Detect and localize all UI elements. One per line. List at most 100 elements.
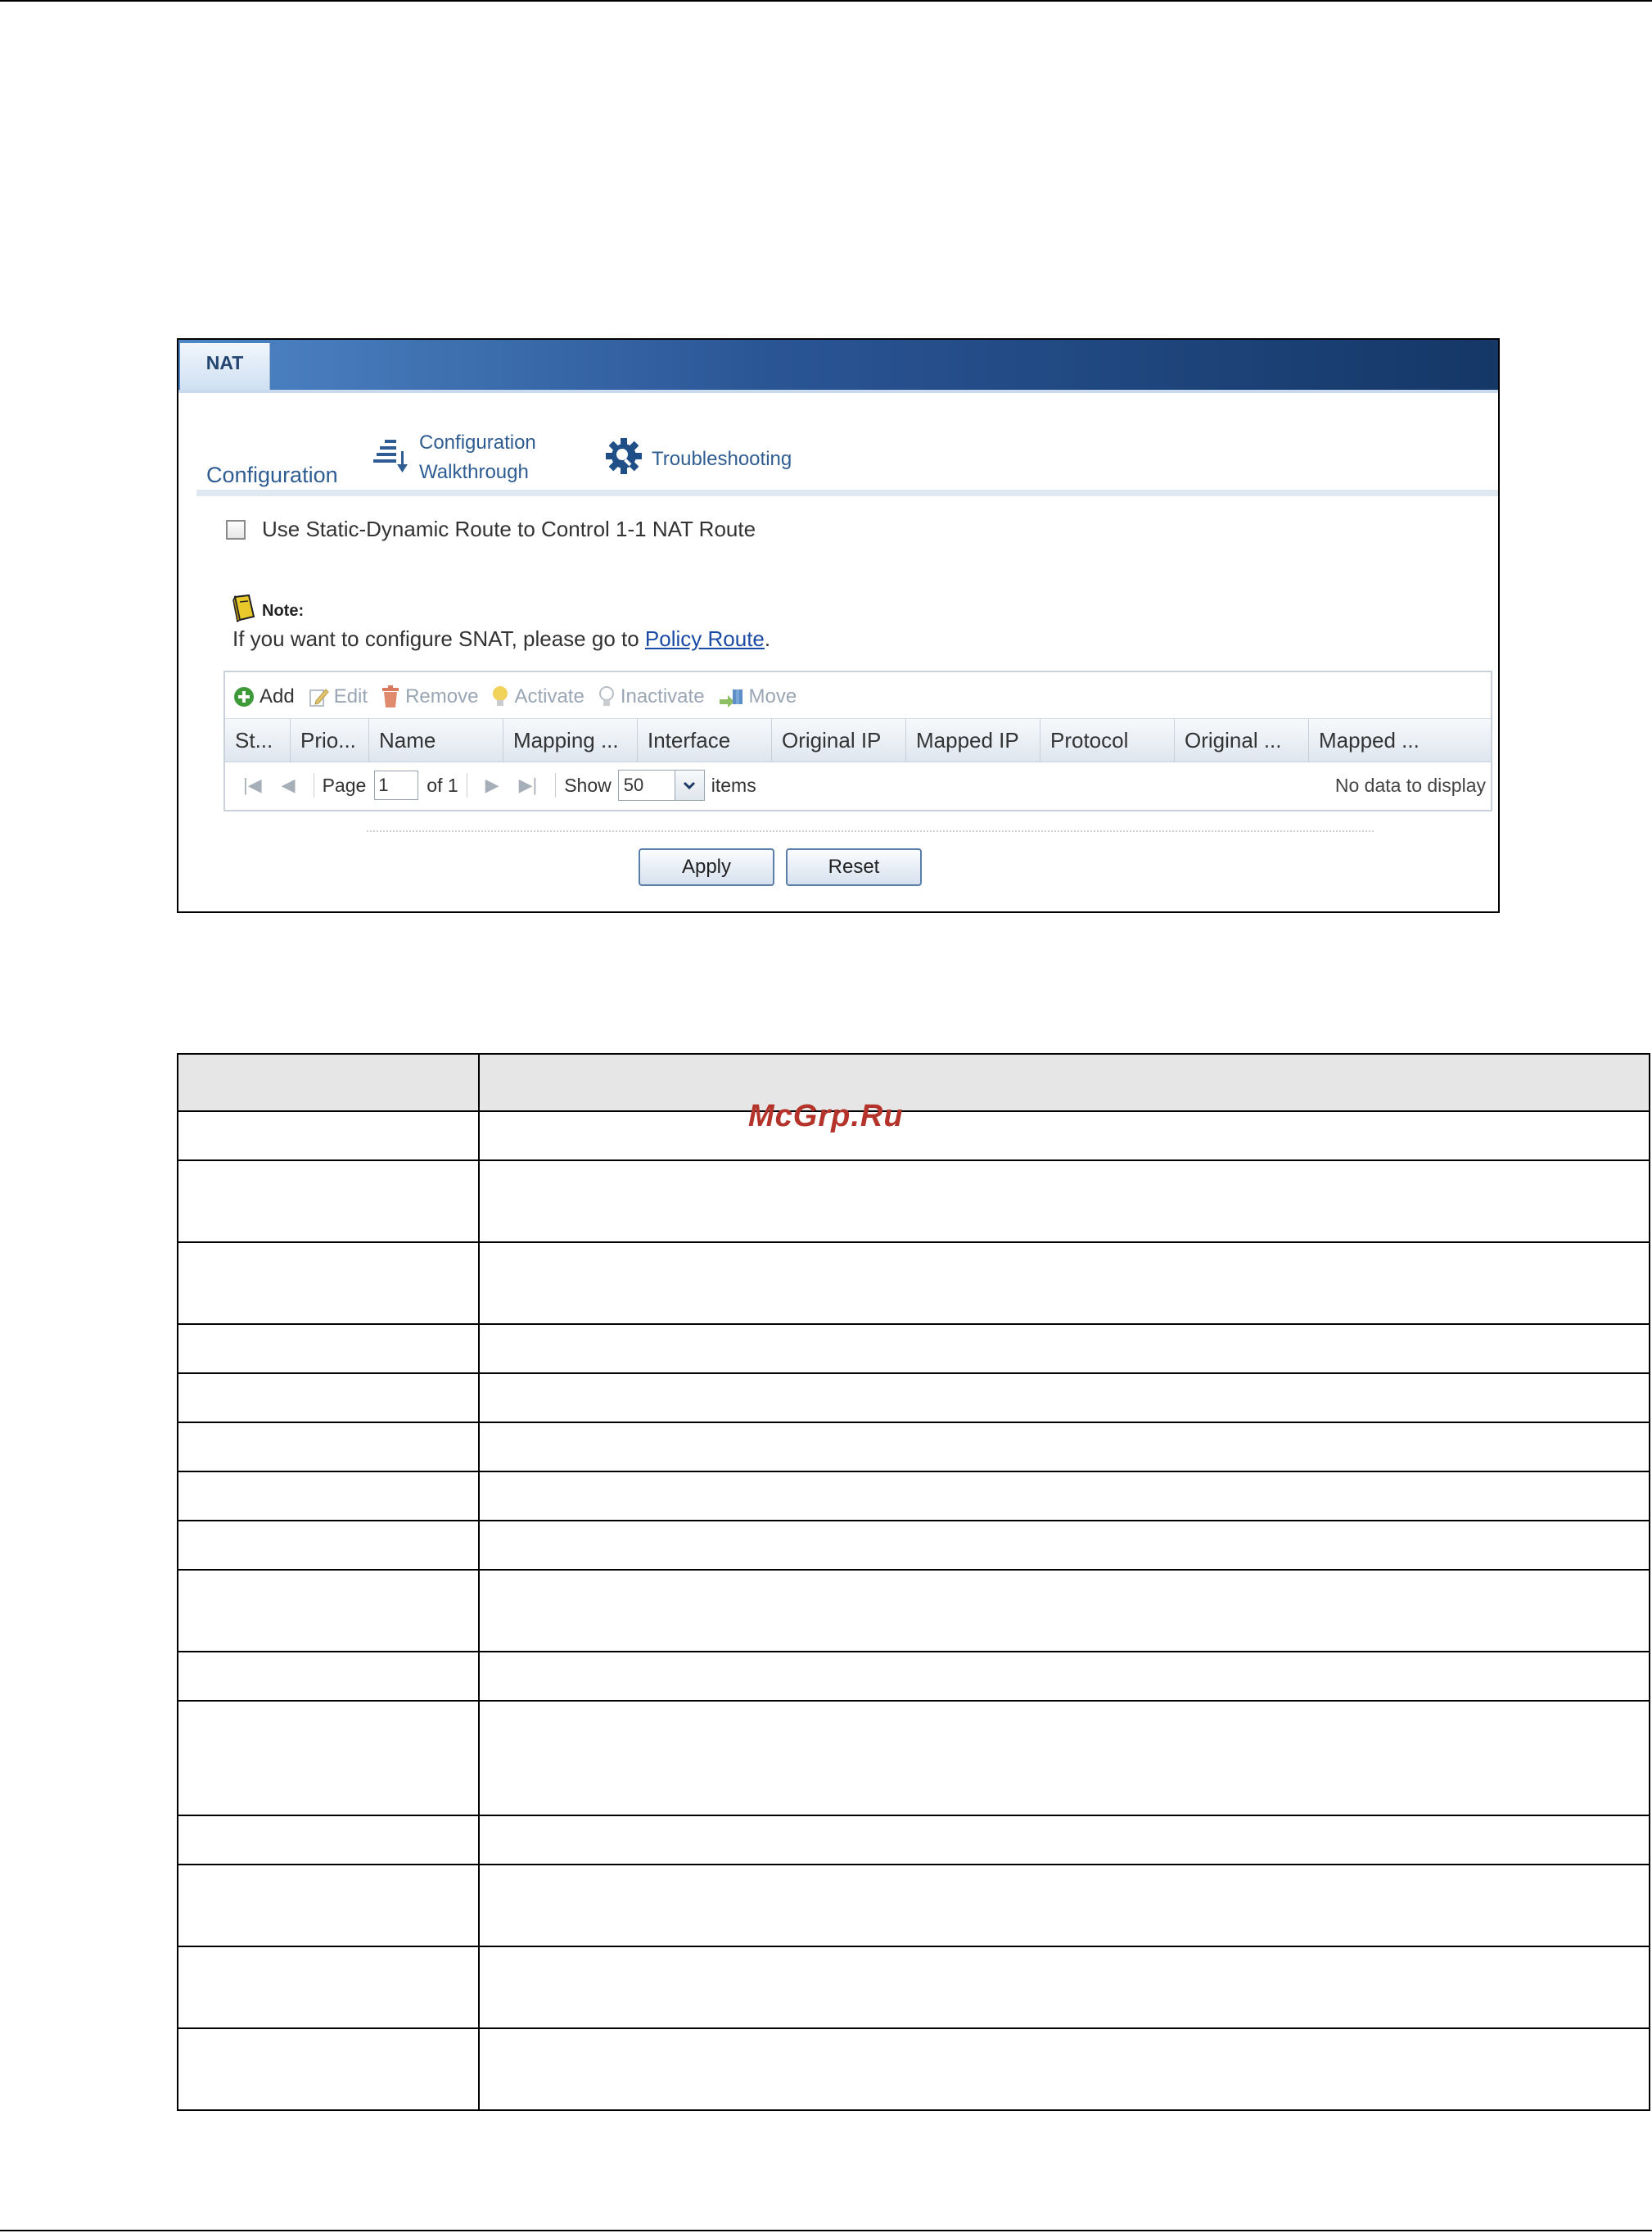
- page-size-value: 50: [617, 770, 675, 801]
- table-cell: [478, 1323, 1650, 1374]
- col-original-ip[interactable]: Original IP: [772, 719, 906, 762]
- note-heading-text: Note:: [262, 601, 305, 620]
- section-separator: [196, 490, 1498, 496]
- description-table: [177, 1053, 1650, 2111]
- edit-label: Edit: [333, 685, 368, 707]
- col-priority[interactable]: Prio...: [291, 719, 369, 762]
- next-page-icon[interactable]: ▶: [485, 775, 499, 796]
- table-cell: [177, 1815, 480, 1865]
- note-text: If you want to configure SNAT, please go…: [232, 626, 770, 652]
- table-cell: [177, 1651, 480, 1702]
- prev-page-icon[interactable]: ◀: [282, 775, 296, 796]
- table-row: [177, 1864, 1650, 1947]
- col-protocol[interactable]: Protocol: [1040, 719, 1175, 762]
- note-icon: [232, 594, 257, 628]
- add-icon: [233, 686, 255, 707]
- grid-toolbar: Add Edit Remove Activate Inactivate Move: [233, 677, 810, 716]
- show-label: Show: [564, 774, 612, 796]
- chevron-down-icon[interactable]: [675, 770, 705, 801]
- table-row: [177, 1471, 1650, 1521]
- table-row: [177, 1651, 1650, 1702]
- page-number-input[interactable]: 1: [374, 771, 419, 800]
- dotted-divider: [367, 830, 1374, 832]
- lightbulb-on-icon: [491, 685, 509, 708]
- walkthrough-label-line1: Configuration: [419, 432, 536, 454]
- note-heading: Note:: [232, 594, 304, 628]
- troubleshooting-label: Troubleshooting: [652, 447, 792, 470]
- col-original-port[interactable]: Original ...: [1175, 719, 1309, 762]
- table-row: [177, 1159, 1650, 1243]
- table-cell: [177, 1864, 480, 1947]
- table-cell: [478, 1520, 1650, 1571]
- table-cell: [478, 1422, 1650, 1472]
- page-size-select[interactable]: 50: [617, 770, 705, 801]
- note-text-before: If you want to configure SNAT, please go…: [232, 626, 645, 651]
- table-cell: [478, 1569, 1650, 1652]
- pager-separator: [555, 773, 557, 798]
- remove-button[interactable]: Remove: [381, 685, 478, 708]
- static-route-option: Use Static-Dynamic Route to Control 1-1 …: [226, 517, 756, 542]
- table-cell: [478, 1110, 1650, 1161]
- move-button[interactable]: Move: [718, 685, 797, 708]
- table-row: [177, 1946, 1650, 2029]
- table-cell: [478, 1372, 1650, 1423]
- col-mapped-ip[interactable]: Mapped IP: [906, 719, 1040, 762]
- add-label: Add: [260, 685, 295, 707]
- nat-screenshot-frame: NAT Configuration Configuration Walkthro…: [177, 338, 1500, 913]
- table-cell: [177, 1159, 480, 1243]
- table-cell: [177, 1520, 480, 1571]
- table-cell: [177, 1372, 480, 1423]
- table-cell: [478, 1700, 1650, 1816]
- grid-pager: |◀ ◀ Page 1 of 1 ▶ ▶| Show 50 items No d…: [233, 764, 1486, 807]
- tab-bar: NAT: [178, 340, 1498, 390]
- reset-button[interactable]: Reset: [786, 848, 922, 886]
- table-cell: [478, 1815, 1650, 1865]
- table-cell: [177, 1946, 480, 2029]
- configuration-walkthrough-link[interactable]: Configuration Walkthrough: [372, 428, 536, 487]
- table-cell: [478, 1471, 1650, 1521]
- items-label: items: [711, 774, 756, 796]
- apply-button[interactable]: Apply: [639, 848, 774, 886]
- edit-button[interactable]: Edit: [308, 685, 368, 708]
- note-text-after: .: [764, 626, 771, 651]
- policy-route-link[interactable]: Policy Route: [645, 626, 765, 651]
- page-of-label: of 1: [427, 774, 458, 796]
- table-row: [177, 1422, 1650, 1472]
- col-name[interactable]: Name: [369, 719, 503, 762]
- add-button[interactable]: Add: [233, 685, 295, 708]
- table-cell: [177, 1422, 480, 1472]
- nat-rules-grid: Add Edit Remove Activate Inactivate Move…: [223, 671, 1492, 811]
- static-route-checkbox[interactable]: [226, 519, 246, 540]
- walkthrough-icon: [372, 435, 409, 481]
- grid-column-header: St... Prio... Name Mapping ... Interface…: [225, 718, 1491, 762]
- col-mapped-port[interactable]: Mapped ...: [1309, 719, 1491, 762]
- trash-icon: [381, 685, 400, 708]
- bottom-rule: [0, 2230, 1652, 2231]
- activate-button[interactable]: Activate: [491, 685, 585, 708]
- table-row: [177, 1372, 1650, 1423]
- last-page-icon[interactable]: ▶|: [519, 775, 538, 796]
- inactivate-label: Inactivate: [620, 685, 705, 707]
- tab-nat[interactable]: NAT: [180, 343, 270, 390]
- inactivate-button[interactable]: Inactivate: [598, 685, 705, 708]
- col-interface[interactable]: Interface: [638, 719, 772, 762]
- table-cell: [177, 1471, 480, 1521]
- table-row: [177, 1700, 1650, 1816]
- table-row: [177, 1110, 1650, 1161]
- static-route-label: Use Static-Dynamic Route to Control 1-1 …: [262, 517, 756, 541]
- page-label: Page: [322, 774, 367, 796]
- col-status[interactable]: St...: [225, 719, 291, 762]
- troubleshooting-gear-icon: [604, 436, 643, 481]
- table-cell: [177, 1323, 480, 1374]
- edit-icon: [308, 686, 329, 707]
- col-mapping[interactable]: Mapping ...: [503, 719, 638, 762]
- table-header-row: [177, 1053, 1650, 1112]
- table-cell: [177, 1110, 480, 1161]
- table-cell: [177, 1241, 480, 1325]
- no-data-message: No data to display: [1334, 774, 1486, 796]
- tab-bar-underline: [178, 390, 1498, 393]
- first-page-icon[interactable]: |◀: [243, 775, 262, 796]
- table-cell: [478, 1946, 1650, 2029]
- troubleshooting-link[interactable]: Troubleshooting: [604, 436, 792, 481]
- table-row: [177, 1241, 1650, 1325]
